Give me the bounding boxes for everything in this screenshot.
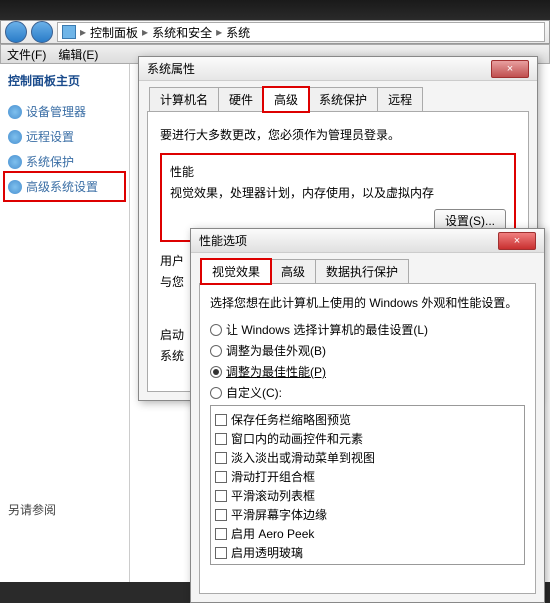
breadcrumb-sep: ▸: [80, 25, 86, 39]
menu-file[interactable]: 文件(F): [7, 46, 46, 63]
dialog-titlebar: 性能选项 ×: [191, 229, 544, 253]
radio-icon: [210, 366, 222, 378]
sidebar-footer: 另请参阅: [6, 499, 123, 520]
breadcrumb-sep: ▸: [142, 25, 148, 39]
checkbox-icon: [215, 433, 227, 445]
radio-icon: [210, 345, 222, 357]
forward-button[interactable]: [31, 21, 53, 43]
sidebar-item-label: 设备管理器: [26, 103, 86, 120]
check-item[interactable]: 启用桌面组合: [215, 562, 520, 565]
check-label: 平滑屏幕字体边缘: [231, 506, 327, 523]
check-item[interactable]: 启用透明玻璃: [215, 543, 520, 562]
breadcrumb-seg[interactable]: 系统和安全: [152, 24, 212, 41]
performance-options-dialog: 性能选项 × 视觉效果 高级 数据执行保护 选择您想在此计算机上使用的 Wind…: [190, 228, 545, 603]
perf-description: 选择您想在此计算机上使用的 Windows 外观和性能设置。: [210, 294, 525, 311]
breadcrumb-seg[interactable]: 系统: [226, 24, 250, 41]
tab-computer-name[interactable]: 计算机名: [149, 87, 219, 111]
close-button[interactable]: ×: [491, 60, 529, 78]
radio-icon: [210, 324, 222, 336]
back-button[interactable]: [5, 21, 27, 43]
radio-best-appearance[interactable]: 调整为最佳外观(B): [210, 342, 525, 359]
performance-desc: 视觉效果，处理器计划，内存使用，以及虚拟内存: [170, 184, 506, 201]
check-item[interactable]: 启用 Aero Peek: [215, 524, 520, 543]
tab-dep[interactable]: 数据执行保护: [315, 259, 409, 283]
check-label: 启用透明玻璃: [231, 544, 303, 561]
menu-edit[interactable]: 编辑(E): [58, 46, 98, 63]
sidebar: 控制面板主页 设备管理器 远程设置 系统保护 高级系统设置 另请参阅: [0, 64, 130, 582]
dialog-title: 系统属性: [147, 60, 195, 77]
checkbox-icon: [215, 414, 227, 426]
checkbox-icon: [215, 452, 227, 464]
sidebar-item-label: 高级系统设置: [26, 178, 98, 195]
checkbox-icon: [215, 509, 227, 521]
tab-protection[interactable]: 系统保护: [308, 87, 378, 111]
check-item[interactable]: 保存任务栏缩略图预览: [215, 410, 520, 429]
sidebar-item-advanced[interactable]: 高级系统设置: [6, 174, 123, 199]
radio-custom[interactable]: 自定义(C):: [210, 384, 525, 401]
computer-icon: [62, 25, 76, 39]
admin-note: 要进行大多数更改，您必须作为管理员登录。: [160, 126, 516, 143]
tab-remote[interactable]: 远程: [377, 87, 423, 111]
checkbox-icon: [215, 528, 227, 540]
check-item[interactable]: 淡入淡出或滑动菜单到视图: [215, 448, 520, 467]
sidebar-item-device-manager[interactable]: 设备管理器: [6, 99, 123, 124]
breadcrumb-bar: ▸ 控制面板 ▸ 系统和安全 ▸ 系统: [0, 20, 550, 44]
performance-title: 性能: [170, 163, 506, 180]
check-item[interactable]: 平滑滚动列表框: [215, 486, 520, 505]
check-label: 启用 Aero Peek: [231, 525, 314, 542]
breadcrumb-sep: ▸: [216, 25, 222, 39]
shield-icon: [8, 155, 22, 169]
dialog-title: 性能选项: [199, 232, 247, 249]
breadcrumb-path[interactable]: ▸ 控制面板 ▸ 系统和安全 ▸ 系统: [57, 22, 545, 42]
shield-icon: [8, 180, 22, 194]
check-item[interactable]: 滑动打开组合框: [215, 467, 520, 486]
tab-advanced[interactable]: 高级: [270, 259, 316, 283]
tab-hardware[interactable]: 硬件: [218, 87, 264, 111]
tabs: 计算机名 硬件 高级 系统保护 远程: [147, 87, 529, 112]
sidebar-item-label: 远程设置: [26, 128, 74, 145]
check-label: 启用桌面组合: [231, 563, 303, 565]
tab-advanced[interactable]: 高级: [263, 87, 309, 112]
check-label: 滑动打开组合框: [231, 468, 315, 485]
check-label: 保存任务栏缩略图预览: [231, 411, 351, 428]
check-label: 窗口内的动画控件和元素: [231, 430, 363, 447]
radio-label: 调整为最佳性能(P): [226, 363, 326, 380]
shield-icon: [8, 105, 22, 119]
radio-label: 让 Windows 选择计算机的最佳设置(L): [226, 321, 428, 338]
radio-let-windows[interactable]: 让 Windows 选择计算机的最佳设置(L): [210, 321, 525, 338]
checkbox-icon: [215, 471, 227, 483]
check-label: 平滑滚动列表框: [231, 487, 315, 504]
shield-icon: [8, 130, 22, 144]
radio-best-performance[interactable]: 调整为最佳性能(P): [210, 363, 525, 380]
tabs: 视觉效果 高级 数据执行保护: [199, 259, 536, 284]
sidebar-item-remote[interactable]: 远程设置: [6, 124, 123, 149]
sidebar-item-label: 系统保护: [26, 153, 74, 170]
sidebar-item-protection[interactable]: 系统保护: [6, 149, 123, 174]
tab-visual-effects[interactable]: 视觉效果: [201, 259, 271, 284]
checkbox-icon: [215, 547, 227, 559]
dialog-titlebar: 系统属性 ×: [139, 57, 537, 81]
check-item[interactable]: 平滑屏幕字体边缘: [215, 505, 520, 524]
visual-effects-list[interactable]: 保存任务栏缩略图预览 窗口内的动画控件和元素 淡入淡出或滑动菜单到视图 滑动打开…: [210, 405, 525, 565]
radio-icon: [210, 387, 222, 399]
checkbox-icon: [215, 490, 227, 502]
check-item[interactable]: 窗口内的动画控件和元素: [215, 429, 520, 448]
radio-label: 调整为最佳外观(B): [226, 342, 326, 359]
breadcrumb-seg[interactable]: 控制面板: [90, 24, 138, 41]
close-button[interactable]: ×: [498, 232, 536, 250]
check-label: 淡入淡出或滑动菜单到视图: [231, 449, 375, 466]
radio-label: 自定义(C):: [226, 384, 282, 401]
sidebar-title: 控制面板主页: [6, 72, 123, 89]
